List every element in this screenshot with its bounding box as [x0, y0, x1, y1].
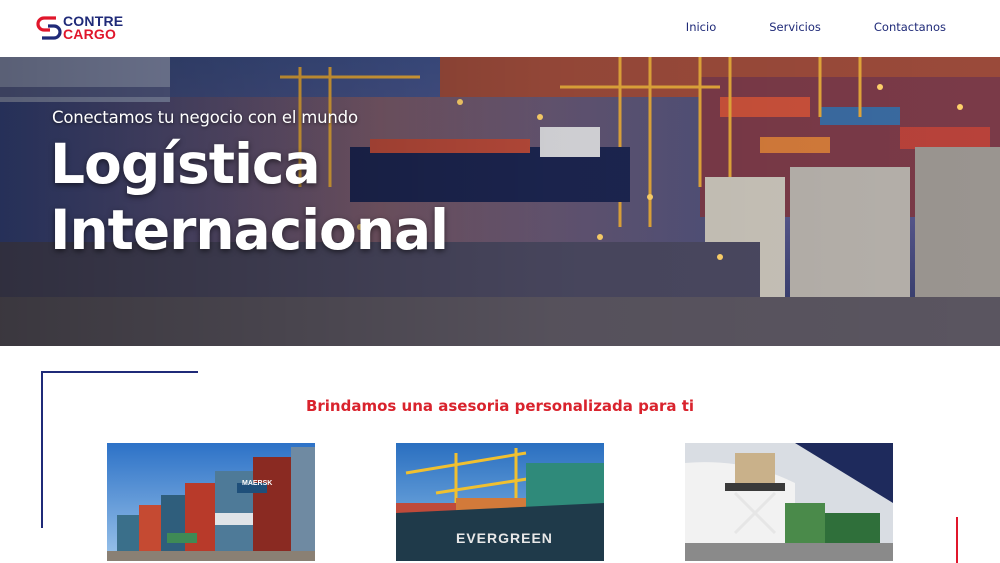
- maersk-label: MAERSK: [242, 480, 272, 487]
- hero-title: Logística Internacional: [50, 131, 449, 263]
- logo-text-line2: CARGO: [63, 26, 117, 42]
- nav-contactanos[interactable]: Contactanos: [874, 20, 946, 34]
- decorative-frame-left: [41, 371, 43, 528]
- evergreen-label: EVERGREEN: [456, 530, 553, 546]
- hero-title-line2: Internacional: [50, 198, 449, 262]
- contre-cargo-logo[interactable]: CONTRE CARGO: [35, 14, 145, 44]
- service-card-container-yard[interactable]: MAERSK: [107, 443, 315, 561]
- services-title: Brindamos una asesoria personalizada par…: [305, 397, 695, 415]
- nav-inicio[interactable]: Inicio: [686, 20, 716, 34]
- service-card-container-ship[interactable]: EVERGREEN: [396, 443, 604, 561]
- container-yard-photo: MAERSK: [107, 443, 315, 561]
- main-nav: Inicio Servicios Contactanos: [686, 20, 946, 34]
- container-ship-photo: EVERGREEN: [396, 443, 604, 561]
- site-header: CONTRE CARGO Inicio Servicios Contactano…: [0, 0, 1000, 57]
- decorative-frame-top: [41, 371, 198, 373]
- hero-subtitle: Conectamos tu negocio con el mundo: [52, 108, 358, 127]
- hero-title-line1: Logística: [50, 132, 321, 196]
- service-card-air-cargo[interactable]: [685, 443, 893, 561]
- air-cargo-photo: [685, 443, 893, 561]
- decorative-frame-right: [956, 517, 958, 563]
- nav-servicios[interactable]: Servicios: [769, 20, 821, 34]
- hero-banner: Conectamos tu negocio con el mundo Logís…: [0, 57, 1000, 346]
- logo-mark-icon: [36, 16, 62, 40]
